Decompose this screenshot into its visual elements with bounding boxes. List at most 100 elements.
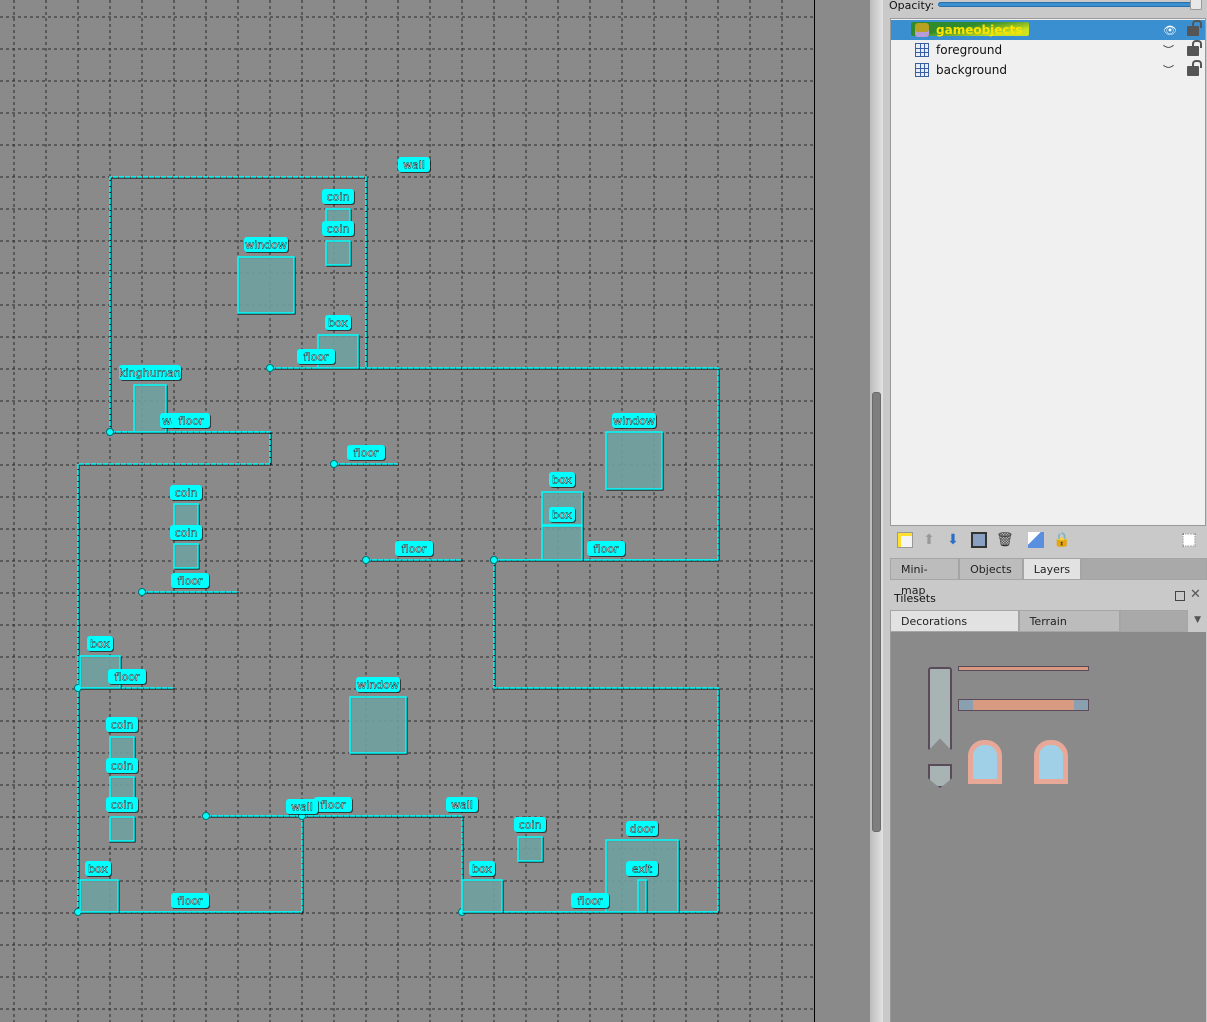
map-outside[interactable] — [814, 0, 870, 1022]
object-label[interactable]: floor — [177, 894, 203, 908]
window-object[interactable] — [237, 256, 295, 314]
object-label[interactable]: floor — [178, 414, 204, 428]
object-label[interactable]: floor — [320, 798, 346, 812]
eye-closed-icon[interactable]: ︶ — [1163, 62, 1174, 78]
vertical-scrollbar[interactable] — [870, 0, 883, 1022]
object-label[interactable]: window — [245, 238, 287, 252]
object-label[interactable]: floor — [593, 542, 619, 556]
object-label[interactable]: box — [552, 473, 573, 487]
layers-toolbar: ⬆ ⬇ 🗑 🔒 — [893, 530, 1205, 552]
window-object[interactable] — [349, 696, 407, 754]
lock-icon[interactable] — [1187, 20, 1202, 36]
coin-object[interactable] — [173, 503, 199, 529]
object-label[interactable]: floor — [303, 350, 329, 364]
polyline-origin-handle[interactable] — [138, 588, 146, 596]
coin-object[interactable] — [173, 543, 199, 569]
polyline-origin-handle[interactable] — [266, 364, 274, 372]
layers-list[interactable]: gameobjects 👁 foreground ︶ background ︶ — [890, 18, 1206, 526]
chevron-down-icon[interactable]: ▼ — [1188, 610, 1207, 632]
map-svg[interactable]: wallfloorwa floorfloorfloorfloor floorfloo… — [0, 0, 870, 1022]
box-object[interactable] — [461, 879, 503, 913]
object-label[interactable]: coin — [174, 526, 198, 540]
polyline-shadow[interactable] — [462, 561, 720, 914]
new-layer-icon[interactable] — [897, 532, 913, 548]
object-label[interactable]: coin — [110, 718, 134, 732]
tab-decorations[interactable]: Decorations (32x32) — [890, 610, 1019, 649]
object-label[interactable]: box — [328, 316, 349, 330]
close-icon[interactable]: ✕ — [1190, 587, 1201, 602]
object-label[interactable]: wall — [451, 798, 473, 812]
tilesets-title: Tilesets — [894, 592, 936, 605]
duplicate-layer-icon[interactable] — [971, 532, 987, 548]
window-tile[interactable] — [968, 740, 1002, 784]
object-label[interactable]: floor — [353, 446, 379, 460]
tab-terrain[interactable]: Terrain (32x32) — [1018, 610, 1120, 649]
tab-layers[interactable]: Layers — [1022, 558, 1082, 580]
object-label[interactable]: wall — [291, 800, 313, 814]
opacity-slider-handle[interactable] — [1190, 0, 1202, 10]
object-label[interactable]: floor — [177, 574, 203, 588]
object-label[interactable]: box — [552, 508, 573, 522]
object-label[interactable]: door — [629, 822, 655, 836]
box-object[interactable] — [541, 525, 583, 561]
object-label[interactable]: wall — [403, 158, 425, 172]
float-panel-icon[interactable] — [1175, 591, 1185, 601]
shelf-tile[interactable] — [958, 666, 1089, 671]
window-object[interactable] — [605, 431, 663, 490]
coin-object[interactable] — [109, 736, 135, 762]
object-label[interactable]: coin — [110, 759, 134, 773]
tab-mini-map[interactable]: Mini-map — [890, 558, 960, 597]
lock-icon[interactable] — [1187, 40, 1202, 56]
object-label[interactable]: coin — [326, 222, 350, 236]
polyline-origin-handle[interactable] — [362, 556, 370, 564]
object-label[interactable]: floor — [577, 894, 603, 908]
object-label[interactable]: coin — [110, 798, 134, 812]
object-label[interactable]: kinghuman — [119, 366, 181, 380]
object-label[interactable]: coin — [326, 190, 350, 204]
show-other-layers-icon[interactable] — [1028, 532, 1044, 548]
wall-polyline[interactable] — [109, 176, 719, 561]
box-object[interactable] — [79, 879, 119, 913]
object-label[interactable]: box — [88, 862, 109, 876]
polyline-origin-handle[interactable] — [330, 460, 338, 468]
tab-bar-fill — [1081, 558, 1207, 580]
polyline-shadow[interactable] — [110, 177, 720, 562]
layer-gameobjects[interactable]: gameobjects 👁 — [891, 20, 1205, 40]
right-panel: Opacity: gameobjects 👁 foreground ︶ back… — [883, 0, 1207, 1022]
object-label[interactable]: floor — [114, 670, 140, 684]
scrollbar-thumb[interactable] — [872, 392, 881, 832]
map-canvas[interactable]: wall floor wa floor floor floor floor floor floo… — [0, 0, 870, 1022]
lower-layer-icon[interactable]: ⬇ — [945, 532, 961, 548]
lock-icon[interactable] — [1187, 60, 1202, 76]
banner-tip-tile[interactable] — [928, 764, 952, 788]
layer-foreground[interactable]: foreground ︶ — [891, 40, 1205, 60]
object-label[interactable]: coin — [518, 818, 542, 832]
object-label[interactable]: window — [613, 414, 655, 428]
object-label[interactable]: exit — [632, 862, 654, 876]
object-label[interactable]: box — [90, 637, 111, 651]
plank-tile[interactable] — [958, 699, 1089, 711]
raise-layer-icon[interactable]: ⬆ — [921, 532, 937, 548]
layer-background[interactable]: background ︶ — [891, 60, 1205, 80]
coin-object[interactable] — [325, 240, 351, 266]
delete-layer-icon[interactable]: 🗑 — [996, 532, 1014, 548]
object-label[interactable]: window — [357, 678, 399, 692]
polyline-origin-handle[interactable] — [490, 556, 498, 564]
object-label[interactable]: coin — [174, 486, 198, 500]
eye-icon[interactable]: 👁 — [1163, 24, 1177, 37]
eye-closed-icon[interactable]: ︶ — [1163, 42, 1174, 58]
polyline-origin-handle[interactable] — [202, 812, 210, 820]
object-label[interactable]: box — [472, 862, 493, 876]
lock-icon[interactable]: 🔒 — [1053, 532, 1070, 548]
tab-objects[interactable]: Objects — [959, 558, 1023, 580]
exit-object[interactable] — [637, 879, 647, 913]
banner-tile[interactable] — [928, 667, 952, 751]
coin-object[interactable] — [109, 816, 135, 842]
coin-object[interactable] — [517, 836, 543, 862]
tileset-view[interactable] — [890, 632, 1206, 1022]
polyline-origin-handle[interactable] — [106, 428, 114, 436]
window-tile[interactable] — [1034, 740, 1068, 784]
opacity-slider[interactable] — [938, 2, 1198, 7]
object-label[interactable]: floor — [401, 542, 427, 556]
select-all-icon[interactable] — [1182, 533, 1196, 547]
